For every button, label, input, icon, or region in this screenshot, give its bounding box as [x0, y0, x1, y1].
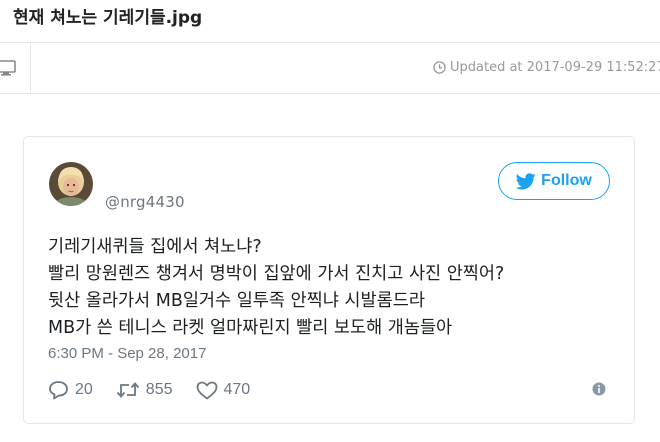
- retweet-icon: [116, 382, 139, 398]
- tweet-actions: 20 855 470: [48, 380, 273, 400]
- meta-divider: [30, 43, 31, 93]
- tweet-line: MB가 쓴 테니스 라켓 얼마짜린지 빨리 보도해 개놈들아: [48, 318, 453, 338]
- retweet-button[interactable]: 855: [116, 381, 173, 399]
- clock-icon: [433, 61, 446, 74]
- tweet-text: 기레기새퀴들 집에서 쳐노냐? 빨리 망원렌즈 챙겨서 명박이 집앞에 가서 진…: [48, 234, 618, 342]
- heart-icon: [196, 381, 217, 399]
- like-button[interactable]: 470: [196, 381, 251, 400]
- follow-button[interactable]: Follow: [498, 162, 610, 200]
- post-title: 현재 쳐노는 기레기들.jpg: [13, 8, 203, 28]
- meta-bar: Updated at 2017-09-29 11:52:27: [0, 42, 660, 94]
- like-count: 470: [223, 381, 251, 398]
- updated-text: Updated at 2017-09-29 11:52:27: [450, 60, 660, 75]
- updated-timestamp: Updated at 2017-09-29 11:52:27: [433, 60, 660, 75]
- twitter-bird-icon: [516, 172, 536, 189]
- tweet-line: 기레기새퀴들 집에서 쳐노냐?: [48, 237, 262, 257]
- reply-icon: [49, 381, 68, 400]
- monitor-icon[interactable]: [0, 60, 16, 80]
- reply-count: 20: [75, 381, 93, 398]
- retweet-count: 855: [145, 381, 173, 398]
- tweet-handle[interactable]: @nrg4430: [105, 193, 185, 211]
- follow-label: Follow: [541, 172, 592, 189]
- info-icon[interactable]: [592, 381, 606, 400]
- reply-button[interactable]: 20: [48, 380, 93, 400]
- tweet-timestamp[interactable]: 6:30 PM - Sep 28, 2017: [48, 345, 206, 362]
- tweet-line: 빨리 망원렌즈 챙겨서 명박이 집앞에 가서 진치고 사진 안찍어?: [48, 264, 505, 284]
- embedded-tweet[interactable]: @nrg4430 Follow 기레기새퀴들 집에서 쳐노냐? 빨리 망원렌즈 …: [23, 136, 635, 424]
- avatar[interactable]: [49, 162, 93, 206]
- tweet-line: 뒷산 올라가서 MB일거수 일투족 안찍냐 시발롬드라: [48, 291, 425, 311]
